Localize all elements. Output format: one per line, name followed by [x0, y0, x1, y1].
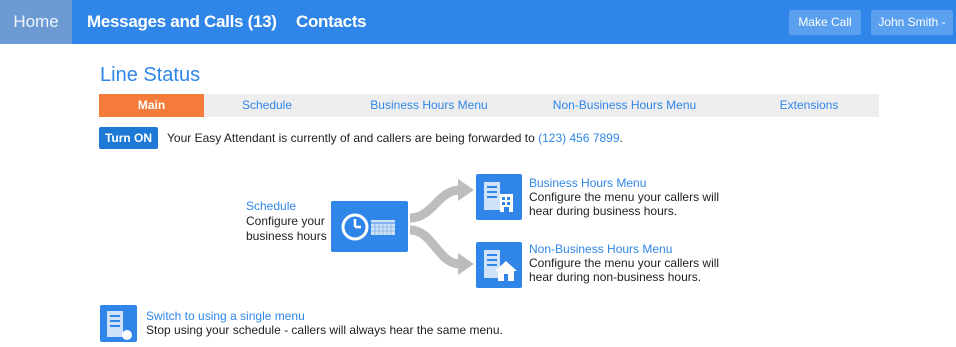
tab-extensions[interactable]: Extensions — [759, 94, 859, 117]
schedule-link[interactable]: Schedule — [246, 199, 328, 214]
status-message-text: Your Easy Attendant is currently of and … — [167, 131, 539, 145]
house-icon — [484, 250, 517, 281]
user-menu-button[interactable]: John Smith - — [871, 10, 953, 35]
non-business-hours-desc-line1: Configure the menu your callers will — [529, 256, 720, 270]
business-hours-desc-line1: Configure the menu your callers will — [529, 190, 720, 204]
non-business-hours-desc-line2: hear during non-business hours. — [529, 270, 702, 284]
nav-contacts[interactable]: Contacts — [296, 0, 367, 44]
top-navbar: Home Messages and Calls (13) Contacts Ma… — [0, 0, 956, 44]
page-title: Line Status — [100, 64, 201, 86]
business-building-icon — [484, 182, 513, 212]
business-hours-menu-tile[interactable] — [476, 174, 522, 220]
single-menu-desc: Stop using your schedule - callers will … — [146, 323, 503, 337]
tab-non-business-hours-menu[interactable]: Non-Business Hours Menu — [537, 94, 712, 117]
business-hours-menu-link[interactable]: Business Hours Menu — [529, 176, 719, 190]
non-business-hours-menu-block: Non-Business Hours Menu Configure the me… — [529, 242, 719, 284]
subtab-bar: Main Schedule Business Hours Menu Non-Bu… — [99, 94, 879, 117]
connector-arrows-icon — [409, 179, 474, 275]
schedule-desc-line1: Configure your — [246, 214, 325, 228]
non-business-hours-menu-link[interactable]: Non-Business Hours Menu — [529, 242, 719, 256]
schedule-block: Schedule Configure your business hours — [246, 199, 328, 244]
schedule-desc-line2: business hours — [246, 229, 327, 243]
business-hours-desc-line2: hear during business hours. — [529, 204, 678, 218]
non-business-hours-menu-tile[interactable] — [476, 242, 522, 288]
status-message: Your Easy Attendant is currently of and … — [167, 131, 623, 145]
clock-icon — [341, 213, 369, 241]
make-call-button[interactable]: Make Call — [789, 10, 861, 35]
single-menu-tile[interactable] — [100, 305, 137, 342]
nav-home[interactable]: Home — [0, 0, 72, 44]
turn-on-button[interactable]: Turn ON — [99, 127, 158, 149]
status-message-end: . — [619, 131, 623, 145]
nav-messages-and-calls[interactable]: Messages and Calls (13) — [87, 0, 277, 44]
business-hours-menu-block: Business Hours Menu Configure the menu y… — [529, 176, 719, 218]
forward-phone-number[interactable]: (123) 456 7899 — [538, 131, 619, 145]
tab-business-hours-menu[interactable]: Business Hours Menu — [354, 94, 504, 117]
calendar-icon — [371, 220, 395, 235]
document-icon — [107, 311, 132, 340]
switch-single-menu-link[interactable]: Switch to using a single menu — [146, 309, 503, 323]
single-menu-block: Switch to using a single menu Stop using… — [146, 309, 503, 337]
tab-schedule[interactable]: Schedule — [217, 94, 317, 117]
tab-main[interactable]: Main — [99, 94, 204, 117]
schedule-tile[interactable] — [331, 201, 408, 252]
